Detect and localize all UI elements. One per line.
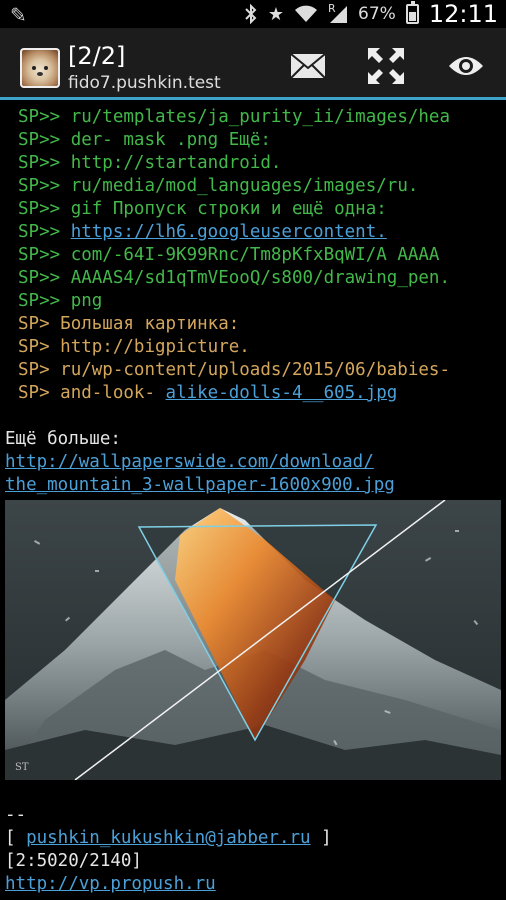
app-bar: [2/2] fido7.pushkin.test <box>0 28 506 100</box>
battery-percent: 67% <box>358 4 396 24</box>
eye-icon <box>449 57 483 75</box>
wifi-icon <box>295 5 318 22</box>
clock: 12:11 <box>428 0 498 28</box>
site-link[interactable]: http://vp.propush.ru <box>5 873 216 896</box>
view-toggle-button[interactable] <box>446 46 486 86</box>
quote-line: SP> and-look- alike-dolls-4__605.jpg <box>18 383 398 403</box>
message-body[interactable]: SP>> ru/templates/ja_purity_ii/images/he… <box>0 100 506 900</box>
echo-area-name: fido7.pushkin.test <box>68 73 221 93</box>
star-icon: ★ <box>267 3 285 25</box>
quote-line: SP>> gif Пропуск строки и ещё одна: <box>18 199 387 219</box>
body-text: Ещё больше: <box>5 429 121 449</box>
quote-line: SP>> AAAAS4/sd1qTmVEooQ/s800/drawing_pen… <box>18 268 450 288</box>
avatar[interactable] <box>20 48 60 88</box>
reply-button[interactable] <box>288 46 328 86</box>
quote-line: SP>> https://lh6.googleusercontent. <box>18 222 387 242</box>
wallpaper-link[interactable]: http://wallpaperswide.com/download/ <box>5 451 374 474</box>
jabber-link[interactable]: pushkin_kukushkin@jabber.ru <box>26 828 310 848</box>
quote-link[interactable]: https://lh6.googleusercontent. <box>71 222 387 242</box>
quote-line: SP>> http://startandroid. <box>18 153 282 173</box>
mountain-image: ST <box>5 500 501 780</box>
signal-icon: R <box>328 2 348 24</box>
battery-level-fill <box>408 11 416 21</box>
battery-icon <box>405 1 419 24</box>
fullscreen-icon <box>368 48 404 84</box>
wallpaper-link[interactable]: the_mountain_3-wallpaper-1600x900.jpg <box>5 474 395 497</box>
avatar-eye <box>32 66 36 70</box>
quote-line: SP>> ru/templates/ja_purity_ii/images/he… <box>18 107 450 127</box>
quote-line: SP>> com/-64I-9K99Rnc/Tm8pKfxBqWI/A AAAA <box>18 245 440 265</box>
bluetooth-icon <box>245 4 257 24</box>
fullscreen-button[interactable] <box>366 46 406 86</box>
status-bar: ✎ ★ R 67% 12:11 <box>0 0 506 28</box>
fido-address: [2:5020/2140] <box>5 851 142 871</box>
signature-watermark: ST <box>15 762 29 773</box>
quote-line: SP>> png <box>18 291 103 311</box>
quote-line: SP> ru/wp-content/uploads/2015/06/babies… <box>18 360 450 380</box>
pencil-icon: ✎ <box>10 3 27 27</box>
quote-link[interactable]: alike-dolls-4__605.jpg <box>166 383 398 403</box>
message-counter: [2/2] <box>68 42 126 70</box>
jabber-line: [ pushkin_kukushkin@jabber.ru ] <box>5 828 332 848</box>
quote-line: SP> http://bigpicture. <box>18 337 250 357</box>
mail-icon <box>290 53 326 79</box>
quote-line: SP>> ru/media/mod_languages/images/ru. <box>18 176 419 196</box>
quote-line: SP> Большая картинка: <box>18 314 240 334</box>
inline-image[interactable]: ST <box>5 500 501 780</box>
avatar-nose <box>37 72 43 76</box>
status-icons: ★ R 67% 12:11 <box>244 0 498 28</box>
avatar-eye <box>44 66 48 70</box>
quote-line: SP>> der- mask .png Ещё: <box>18 130 271 150</box>
signature-separator: -- <box>5 805 27 825</box>
